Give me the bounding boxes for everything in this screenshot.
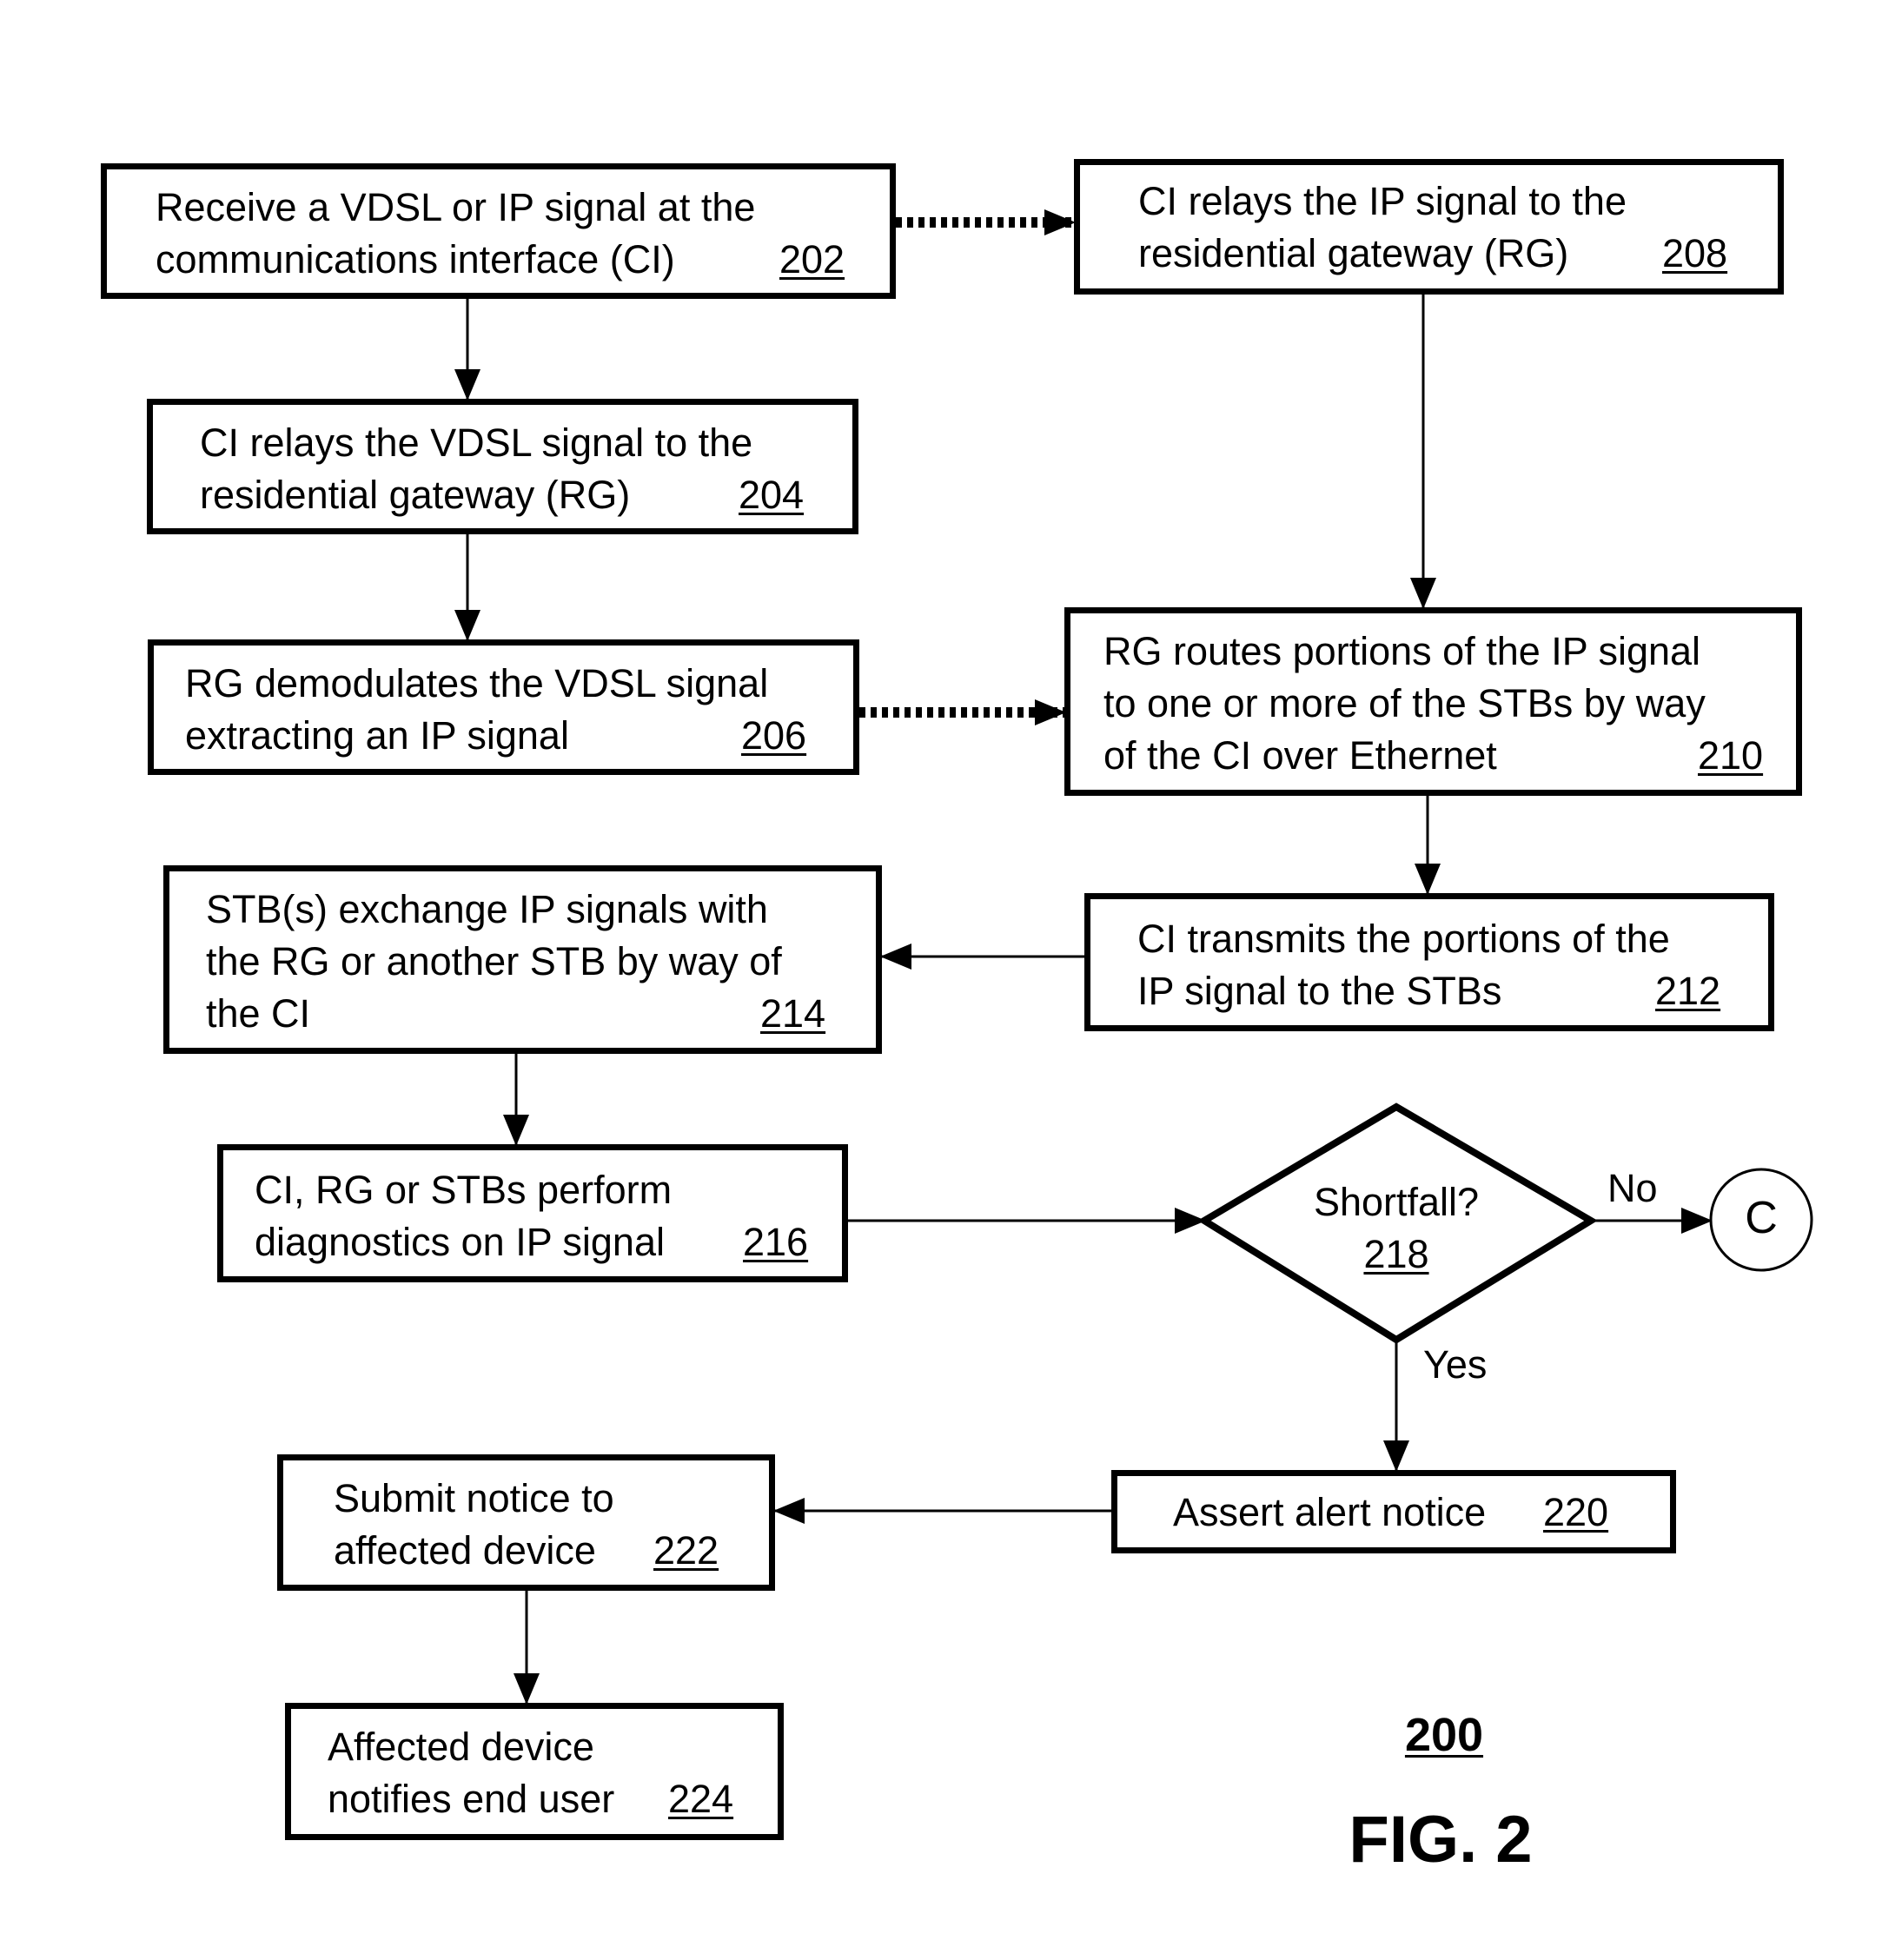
decision-218-question: Shortfall?: [1313, 1180, 1480, 1224]
step-204-line-2: residential gateway (RG): [200, 473, 631, 517]
step-220-line-1: Assert alert notice: [1173, 1490, 1487, 1534]
step-216-box: CI, RG or STBs perform diagnostics on IP…: [217, 1144, 848, 1282]
step-222-line-1: Submit notice to: [334, 1476, 614, 1520]
step-204-line-1: CI relays the VDSL signal to the: [200, 420, 753, 465]
step-224-line-1: Affected device: [328, 1725, 594, 1769]
step-222-box: Submit notice to affected device 222: [277, 1454, 775, 1591]
step-202-line-2: communications interface (CI): [156, 237, 675, 281]
step-212-line-2: IP signal to the STBs: [1137, 969, 1502, 1013]
step-202-line-1: Receive a VDSL or IP signal at the: [156, 185, 756, 229]
decision-no-label: No: [1607, 1166, 1658, 1210]
step-222-ref: 222: [653, 1528, 719, 1573]
step-206-line-1: RG demodulates the VDSL signal: [185, 661, 769, 705]
step-224-box: Affected device notifies end user 224: [285, 1703, 784, 1840]
figure-caption: FIG. 2: [1349, 1803, 1533, 1877]
step-212-ref: 212: [1655, 969, 1721, 1013]
step-220-box: Assert alert notice 220: [1111, 1470, 1676, 1553]
step-212-box: CI transmits the portions of the IP sign…: [1084, 893, 1774, 1031]
step-208-ref: 208: [1662, 231, 1728, 275]
figure-number: 200: [1404, 1709, 1484, 1761]
step-220-ref: 220: [1543, 1490, 1609, 1534]
off-page-connector-c-label: C: [1745, 1193, 1778, 1243]
step-206-box: RG demodulates the VDSL signal extractin…: [148, 639, 859, 775]
step-208-line-2: residential gateway (RG): [1138, 231, 1569, 275]
step-212-line-1: CI transmits the portions of the: [1137, 917, 1670, 961]
step-208-box: CI relays the IP signal to the residenti…: [1074, 159, 1784, 295]
step-202-box: Receive a VDSL or IP signal at the commu…: [101, 163, 896, 299]
step-210-line-2: to one or more of the STBs by way: [1103, 681, 1706, 725]
step-210-ref: 210: [1698, 733, 1764, 778]
step-216-line-2: diagnostics on IP signal: [255, 1220, 665, 1264]
step-214-line-2: the RG or another STB by way of: [206, 939, 782, 983]
step-214-ref: 214: [760, 991, 826, 1036]
step-224-ref: 224: [668, 1777, 734, 1821]
step-204-ref: 204: [739, 473, 805, 517]
step-208-line-1: CI relays the IP signal to the: [1138, 179, 1627, 223]
decision-yes-label: Yes: [1423, 1342, 1488, 1387]
step-210-box: RG routes portions of the IP signal to o…: [1064, 607, 1802, 796]
step-214-box: STB(s) exchange IP signals with the RG o…: [163, 865, 882, 1054]
step-210-line-3: of the CI over Ethernet: [1103, 733, 1497, 778]
step-210-line-1: RG routes portions of the IP signal: [1103, 629, 1701, 673]
decision-218-ref: 218: [1363, 1232, 1429, 1276]
step-214-line-1: STB(s) exchange IP signals with: [206, 887, 768, 931]
step-206-line-2: extracting an IP signal: [185, 713, 569, 758]
step-206-ref: 206: [741, 713, 807, 758]
step-224-line-2: notifies end user: [328, 1777, 615, 1821]
step-222-line-2: affected device: [334, 1528, 596, 1573]
step-204-box: CI relays the VDSL signal to the residen…: [147, 399, 858, 534]
step-216-ref: 216: [743, 1220, 809, 1264]
step-214-line-3: the CI: [206, 991, 311, 1036]
step-216-line-1: CI, RG or STBs perform: [255, 1168, 673, 1212]
step-202-ref: 202: [779, 237, 845, 281]
